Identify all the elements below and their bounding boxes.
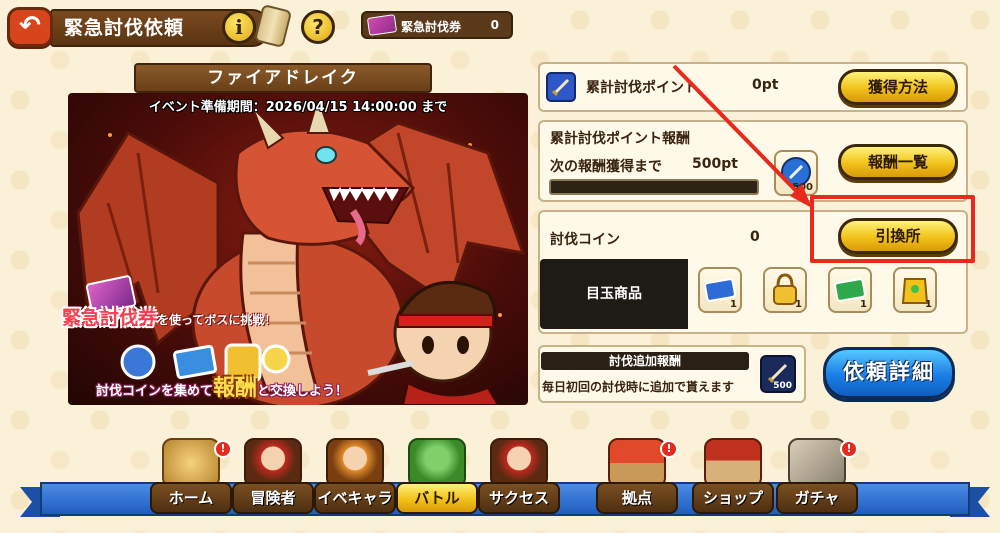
ticket-icon bbox=[366, 14, 398, 36]
featured-item-qty: 1 bbox=[795, 299, 802, 310]
nav-label: イベキャラ bbox=[314, 482, 396, 514]
bonus-title: 討伐追加報酬 bbox=[541, 352, 749, 370]
banner-caption-1-main: 緊急討伐券 bbox=[62, 307, 158, 329]
nav-label: ガチャ bbox=[776, 482, 858, 514]
nav-label: 冒険者 bbox=[232, 482, 314, 514]
reward-list-label: 報酬一覧 bbox=[867, 153, 928, 171]
info-icon: i bbox=[235, 15, 243, 39]
question-icon: ? bbox=[312, 15, 324, 39]
nav-adventurers[interactable]: 冒険者 bbox=[232, 438, 314, 518]
ticket-label: 緊急討伐券 bbox=[401, 20, 462, 34]
bonus-item-qty: 500 bbox=[773, 381, 792, 391]
bonus-desc: 毎日初回の討伐時に追加で貰えます bbox=[542, 380, 735, 394]
nav-label: ショップ bbox=[692, 482, 774, 514]
boss-name-plate: ファイアドレイク bbox=[134, 63, 432, 93]
shop-building-icon bbox=[704, 438, 762, 488]
ticket-count: 0 bbox=[490, 18, 499, 32]
info-button[interactable]: i bbox=[222, 10, 256, 44]
nav-label: ホーム bbox=[150, 482, 232, 514]
notification-badge: ! bbox=[840, 440, 858, 458]
base-tower-icon bbox=[608, 438, 666, 488]
compass-icon bbox=[162, 438, 220, 488]
help-button[interactable]: ? bbox=[301, 10, 335, 44]
nav-gacha[interactable]: ガチャ ! bbox=[776, 438, 858, 518]
reward-list-button[interactable]: 報酬一覧 bbox=[838, 144, 958, 180]
event-period: イベント準備期間：2026/04/15 14:00:00 まで bbox=[148, 100, 448, 115]
banner-caption-1: 緊急討伐券を使ってボスに挑戦！ bbox=[62, 303, 332, 333]
notification-badge: ! bbox=[214, 440, 232, 458]
nav-label: バトル bbox=[396, 482, 478, 514]
back-arrow-icon: ↶ bbox=[19, 11, 41, 41]
featured-items-label: 目玉商品 bbox=[540, 259, 688, 329]
how-to-earn-label: 獲得方法 bbox=[867, 78, 928, 96]
nav-battle[interactable]: バトル bbox=[396, 438, 478, 518]
coin-value: 0 bbox=[750, 229, 760, 245]
bonus-item-tile: 500 bbox=[760, 355, 796, 393]
nav-home[interactable]: ホーム ! bbox=[150, 438, 232, 518]
banner-caption-2-big: 報酬 bbox=[213, 376, 258, 401]
featured-item-2[interactable]: 1 bbox=[763, 267, 807, 313]
featured-item-1[interactable]: 1 bbox=[698, 267, 742, 313]
nav-event-chara[interactable]: イベキャラ bbox=[314, 438, 396, 518]
nav-base[interactable]: 拠点 ! bbox=[596, 438, 678, 518]
back-button[interactable]: ↶ bbox=[7, 7, 53, 47]
featured-item-4[interactable]: 1 bbox=[893, 267, 937, 313]
coin-label: 討伐コイン bbox=[550, 232, 620, 248]
annotation-arrow bbox=[672, 64, 812, 208]
sword-icon bbox=[546, 72, 576, 102]
event-character-icon bbox=[326, 438, 384, 488]
request-details-label: 依頼詳細 bbox=[843, 360, 935, 384]
how-to-earn-button[interactable]: 獲得方法 bbox=[838, 69, 958, 105]
page-title-text: 緊急討伐依頼 bbox=[64, 17, 185, 39]
featured-item-3[interactable]: 1 bbox=[828, 267, 872, 313]
boss-banner[interactable] bbox=[68, 93, 528, 405]
request-details-button[interactable]: 依頼詳細 bbox=[823, 347, 955, 399]
featured-item-qty: 1 bbox=[860, 299, 867, 310]
adventurer-icon bbox=[244, 438, 302, 488]
gacha-cards-icon bbox=[788, 438, 846, 488]
battle-icon bbox=[408, 438, 466, 488]
notification-badge: ! bbox=[660, 440, 678, 458]
banner-caption-2: 討伐コインを集めて報酬と交換しよう！ bbox=[96, 370, 436, 401]
banner-caption-1-sub: を使ってボスに挑戦！ bbox=[157, 313, 277, 327]
featured-item-qty: 1 bbox=[730, 299, 737, 310]
ticket-counter: 緊急討伐券 0 bbox=[361, 11, 513, 39]
nav-label: サクセス bbox=[478, 482, 560, 514]
featured-items-label-text: 目玉商品 bbox=[586, 286, 642, 302]
annotation-highlight-box bbox=[810, 195, 975, 263]
banner-caption-2-a: 討伐コインを集めて bbox=[96, 384, 214, 399]
success-mode-icon bbox=[490, 438, 548, 488]
nav-label: 拠点 bbox=[596, 482, 678, 514]
nav-shop[interactable]: ショップ bbox=[692, 438, 774, 518]
featured-item-qty: 1 bbox=[925, 299, 932, 310]
nav-success[interactable]: サクセス bbox=[478, 438, 560, 518]
banner-caption-2-b: と交換しよう！ bbox=[257, 384, 349, 399]
bonus-title-text: 討伐追加報酬 bbox=[608, 354, 681, 368]
boss-name: ファイアドレイク bbox=[207, 68, 359, 88]
